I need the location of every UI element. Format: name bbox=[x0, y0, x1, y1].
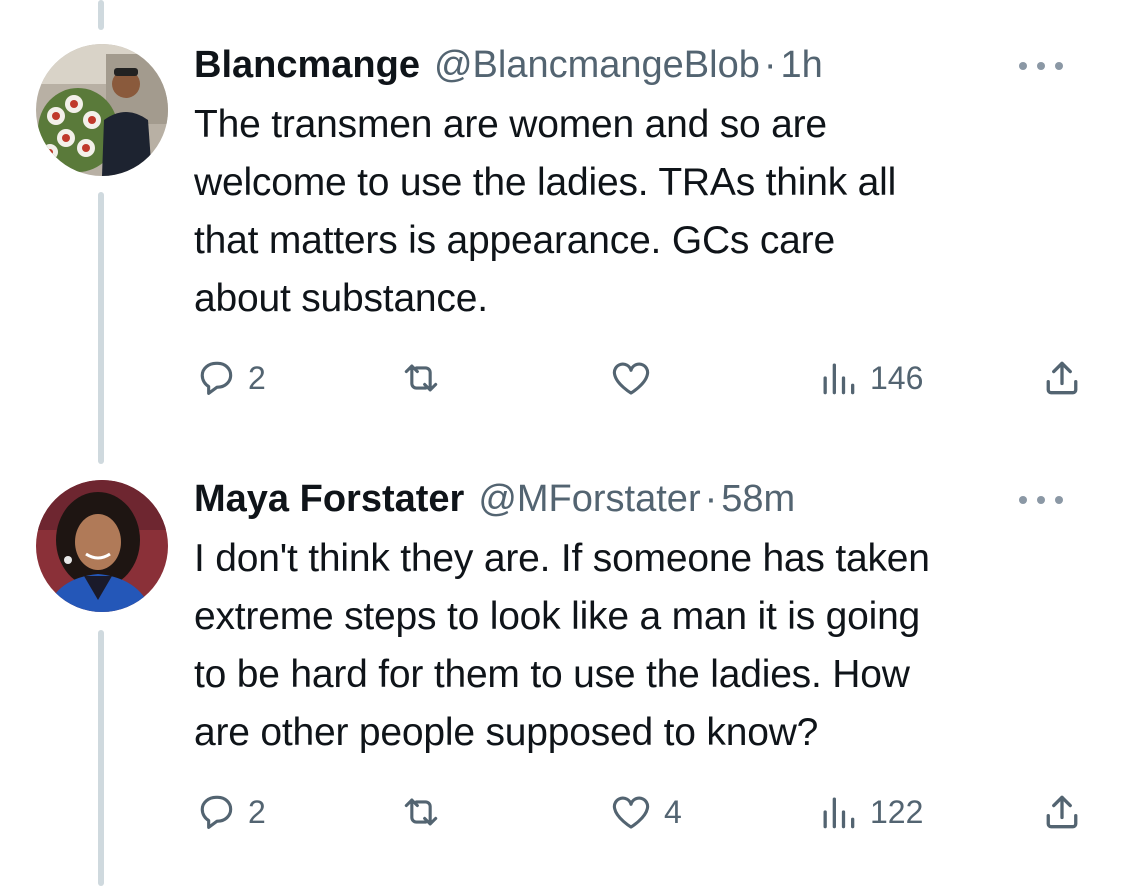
heart-icon bbox=[608, 790, 654, 834]
like-count: 4 bbox=[664, 793, 682, 830]
dot-icon bbox=[1055, 62, 1063, 70]
share-button[interactable] bbox=[1040, 788, 1084, 836]
timestamp[interactable]: 1h bbox=[781, 42, 823, 88]
reply-button[interactable]: 2 bbox=[194, 788, 266, 836]
avatar[interactable] bbox=[36, 480, 168, 612]
views-icon bbox=[816, 356, 860, 400]
tweet[interactable]: Blancmange @BlancmangeBlob · 1h The tran… bbox=[0, 0, 1125, 440]
tweet-header: Blancmange @BlancmangeBlob · 1h bbox=[194, 42, 823, 88]
dot-icon bbox=[1037, 496, 1045, 504]
share-button[interactable] bbox=[1040, 354, 1084, 402]
dot-icon bbox=[1019, 62, 1027, 70]
user-handle[interactable]: @BlancmangeBlob bbox=[434, 42, 760, 88]
views-button[interactable]: 146 bbox=[816, 354, 923, 402]
dot-icon bbox=[1055, 496, 1063, 504]
reply-count: 2 bbox=[248, 359, 266, 396]
action-bar: 2 4 122 bbox=[0, 788, 1125, 836]
retweet-icon bbox=[396, 356, 446, 400]
display-name[interactable]: Blancmange bbox=[194, 42, 420, 88]
dot-icon bbox=[1019, 496, 1027, 504]
views-count: 122 bbox=[870, 793, 924, 830]
retweet-button[interactable] bbox=[396, 354, 456, 402]
like-button[interactable] bbox=[608, 354, 664, 402]
views-count: 146 bbox=[870, 359, 924, 396]
dot-icon bbox=[1037, 62, 1045, 70]
more-options-button[interactable] bbox=[1019, 490, 1063, 510]
reply-count: 2 bbox=[248, 793, 266, 830]
retweet-icon bbox=[396, 790, 446, 834]
views-button[interactable]: 122 bbox=[816, 788, 923, 836]
share-icon bbox=[1040, 790, 1084, 834]
reply-icon bbox=[194, 356, 238, 400]
heart-icon bbox=[608, 356, 654, 400]
separator-dot: · bbox=[763, 44, 777, 86]
display-name[interactable]: Maya Forstater bbox=[194, 476, 464, 522]
views-icon bbox=[816, 790, 860, 834]
timestamp[interactable]: 58m bbox=[721, 476, 795, 522]
reply-button[interactable]: 2 bbox=[194, 354, 266, 402]
more-options-button[interactable] bbox=[1019, 56, 1063, 76]
avatar[interactable] bbox=[36, 44, 168, 176]
share-icon bbox=[1040, 356, 1084, 400]
tweet-text: I don't think they are. If someone has t… bbox=[194, 537, 930, 754]
user-handle[interactable]: @MForstater bbox=[478, 476, 700, 522]
retweet-button[interactable] bbox=[396, 788, 456, 836]
tweet-header: Maya Forstater @MForstater · 58m bbox=[194, 476, 795, 522]
tweet[interactable]: Maya Forstater @MForstater · 58m I don't… bbox=[0, 440, 1125, 886]
reply-icon bbox=[194, 790, 238, 834]
like-button[interactable]: 4 bbox=[608, 788, 682, 836]
action-bar: 2 146 bbox=[0, 354, 1125, 402]
tweet-text: The transmen are women and so are welcom… bbox=[194, 103, 897, 320]
separator-dot: · bbox=[704, 478, 718, 520]
